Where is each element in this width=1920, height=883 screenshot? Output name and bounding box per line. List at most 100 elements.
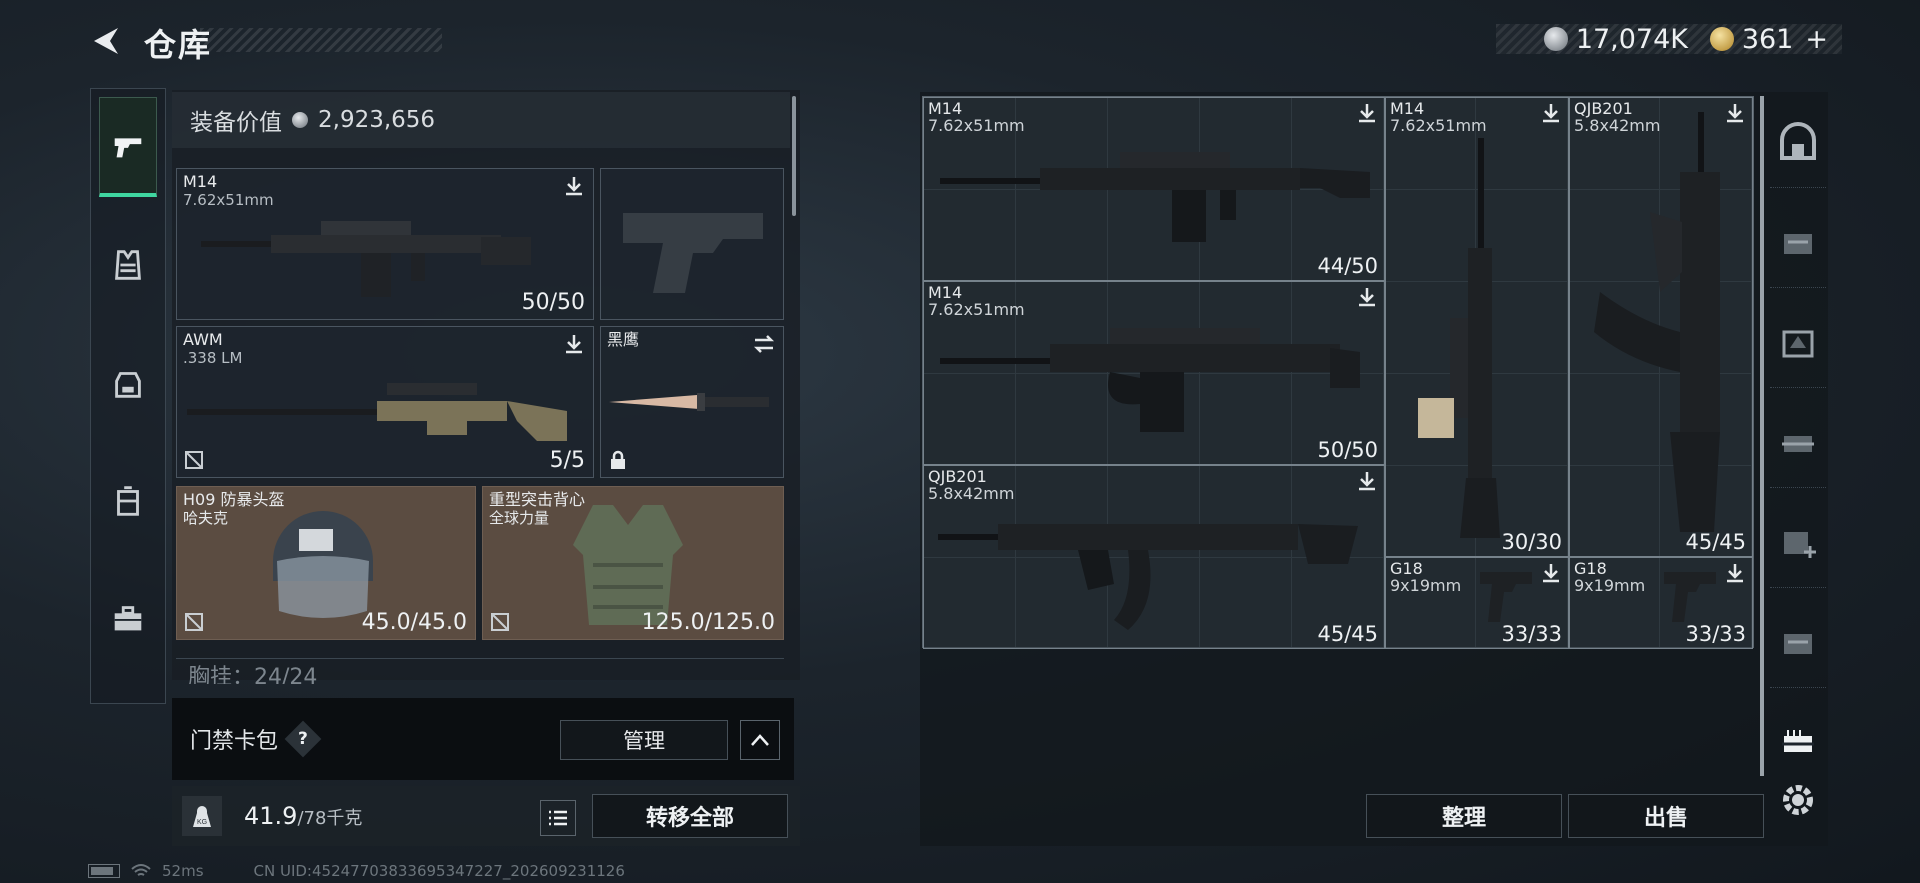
tab-storage-6[interactable] [1770,696,1826,788]
equipment-value-amount: 2,923,656 [318,107,436,133]
tab-backpack[interactable] [99,333,157,433]
durability: 125.0/125.0 [641,610,775,635]
tab-storage-1[interactable] [1770,196,1826,288]
knife-image [609,393,769,411]
tab-storage-4[interactable] [1770,496,1826,588]
sell-button[interactable]: 出售 [1568,794,1764,838]
durability: 45.0/45.0 [361,610,467,635]
transfer-all-button[interactable]: 转移全部 [592,794,788,838]
weight-value: 41.9/78千克 [244,802,362,830]
manage-button[interactable]: 管理 [560,720,728,760]
sidearm-slot[interactable] [600,168,784,320]
list-view-button[interactable] [540,800,576,836]
list-icon [549,810,567,826]
qjb201-rifle-image-vertical [1594,112,1720,532]
slot-item-name: M14 [183,172,218,191]
download-icon[interactable] [1540,102,1562,124]
weight-current: 41.9 [244,802,298,830]
backpack-icon [115,372,141,398]
item-name: M14 [928,99,963,118]
tab-storage-home[interactable] [1770,96,1826,188]
stash-item-qjb201-vertical[interactable]: QJB201 5.8x42mm 45/45 [1569,97,1753,557]
stash-item-qjb201[interactable]: QJB201 5.8x42mm 45/45 [923,465,1385,649]
item-caliber: 9x19mm [1390,576,1462,595]
m14-rifle-image [940,152,1370,242]
tab-container[interactable] [99,451,157,551]
download-icon[interactable] [1724,562,1746,584]
slot-item-brand: 全球力量 [489,509,550,527]
item-caliber: 9x19mm [1574,576,1646,595]
sort-button[interactable]: 整理 [1366,794,1562,838]
back-arrow-icon[interactable] [88,24,122,58]
silver-coin-icon [292,112,308,128]
download-icon[interactable] [1356,286,1378,308]
no-insure-icon [185,613,203,631]
stash-item-m14[interactable]: M14 7.62x51mm 44/50 [923,97,1385,281]
tab-weapons[interactable] [99,97,157,197]
awm-rifle-image [187,383,567,441]
chest-rig-row[interactable]: 胸挂：24/24 [176,658,784,684]
weight-bar: KG 41.9/78千克 转移全部 [172,786,800,846]
tab-armor[interactable] [99,215,157,315]
gold-balance: 361 [1741,23,1794,55]
download-icon[interactable] [563,333,585,355]
weapon-crate-icon [1782,435,1814,452]
equipment-value: 装备价值 2,923,656 [172,92,790,148]
pistol-icon [114,137,142,157]
secondary-weapon-slot[interactable]: AWM .338 LM 5/5 [176,326,594,478]
g18-pistol-image [1664,572,1716,622]
helmet-slot[interactable]: H09 防暴头盔 哈夫克 45.0/45.0 [176,486,476,640]
stash-scrollbar[interactable] [1760,96,1764,776]
ammo-count: 33/33 [1685,622,1746,646]
keycard-label: 门禁卡包 [190,729,279,754]
expand-button[interactable] [740,720,780,760]
armor-slot[interactable]: 重型突击背心 全球力量 125.0/125.0 [482,486,784,640]
battery-icon [88,864,120,878]
add-currency-button[interactable]: + [1805,24,1828,55]
download-icon[interactable] [1540,562,1562,584]
chevron-up-icon [751,734,769,746]
storage-tab-rail [1770,96,1828,796]
toolbox-icon [114,606,142,631]
weight-max: /78千克 [297,808,363,829]
weight-icon: KG [182,796,222,836]
tab-storage-5[interactable] [1770,596,1826,688]
item-name: G18 [1574,559,1607,578]
stash-item-m14-vertical[interactable]: M14 7.62x51mm 30/30 [1385,97,1569,557]
title-decoration [200,28,442,52]
stash-item-g18[interactable]: G18 9x19mm 33/33 [1385,557,1569,649]
stash-item-g18-2[interactable]: G18 9x19mm 33/33 [1569,557,1753,649]
status-footer: 52ms CN UID:452477038336953472​27_202609… [88,862,625,880]
tab-storage-2[interactable] [1770,296,1826,388]
equipment-value-label: 装备价值 [190,110,282,136]
ammo-count: 45/45 [1317,622,1378,646]
ammo-count: 33/33 [1501,622,1562,646]
download-icon[interactable] [1356,470,1378,492]
kettlebell-icon: KG [193,806,211,827]
m14-rifle-image [201,221,531,297]
no-insure-icon [185,451,203,469]
weapon-crate-active-icon [1782,730,1814,752]
slot-item-name: AWM [183,330,223,349]
keycard-bar: 门禁卡包 ? 管理 [172,698,794,780]
user-uid: CN UID:452477038336953472​27_20260923112… [253,862,625,880]
stash-item-m14-2[interactable]: M14 7.62x51mm 50/50 [923,281,1385,465]
weapon-crate-icon [1784,633,1812,654]
download-icon[interactable] [1356,102,1378,124]
swap-icon[interactable] [753,333,775,355]
melee-slot[interactable]: 黑鹰 [600,326,784,478]
ammo-count: 44/50 [1317,254,1378,278]
primary-weapon-slot[interactable]: M14 7.62x51mm 50/50 [176,168,594,320]
ammo-count: 5/5 [549,448,585,473]
settings-gear-icon[interactable] [1776,778,1820,822]
loadout-scrollbar[interactable] [792,96,796,216]
tab-toolbox[interactable] [99,569,157,669]
tab-storage-3[interactable] [1770,396,1826,488]
help-button[interactable]: ? [284,720,322,758]
item-name: M14 [928,283,963,302]
item-name: QJB201 [928,467,987,486]
item-name: M14 [1390,99,1425,118]
lock-icon [611,450,625,469]
download-icon[interactable] [563,175,585,197]
gold-coin-icon [1710,27,1734,51]
